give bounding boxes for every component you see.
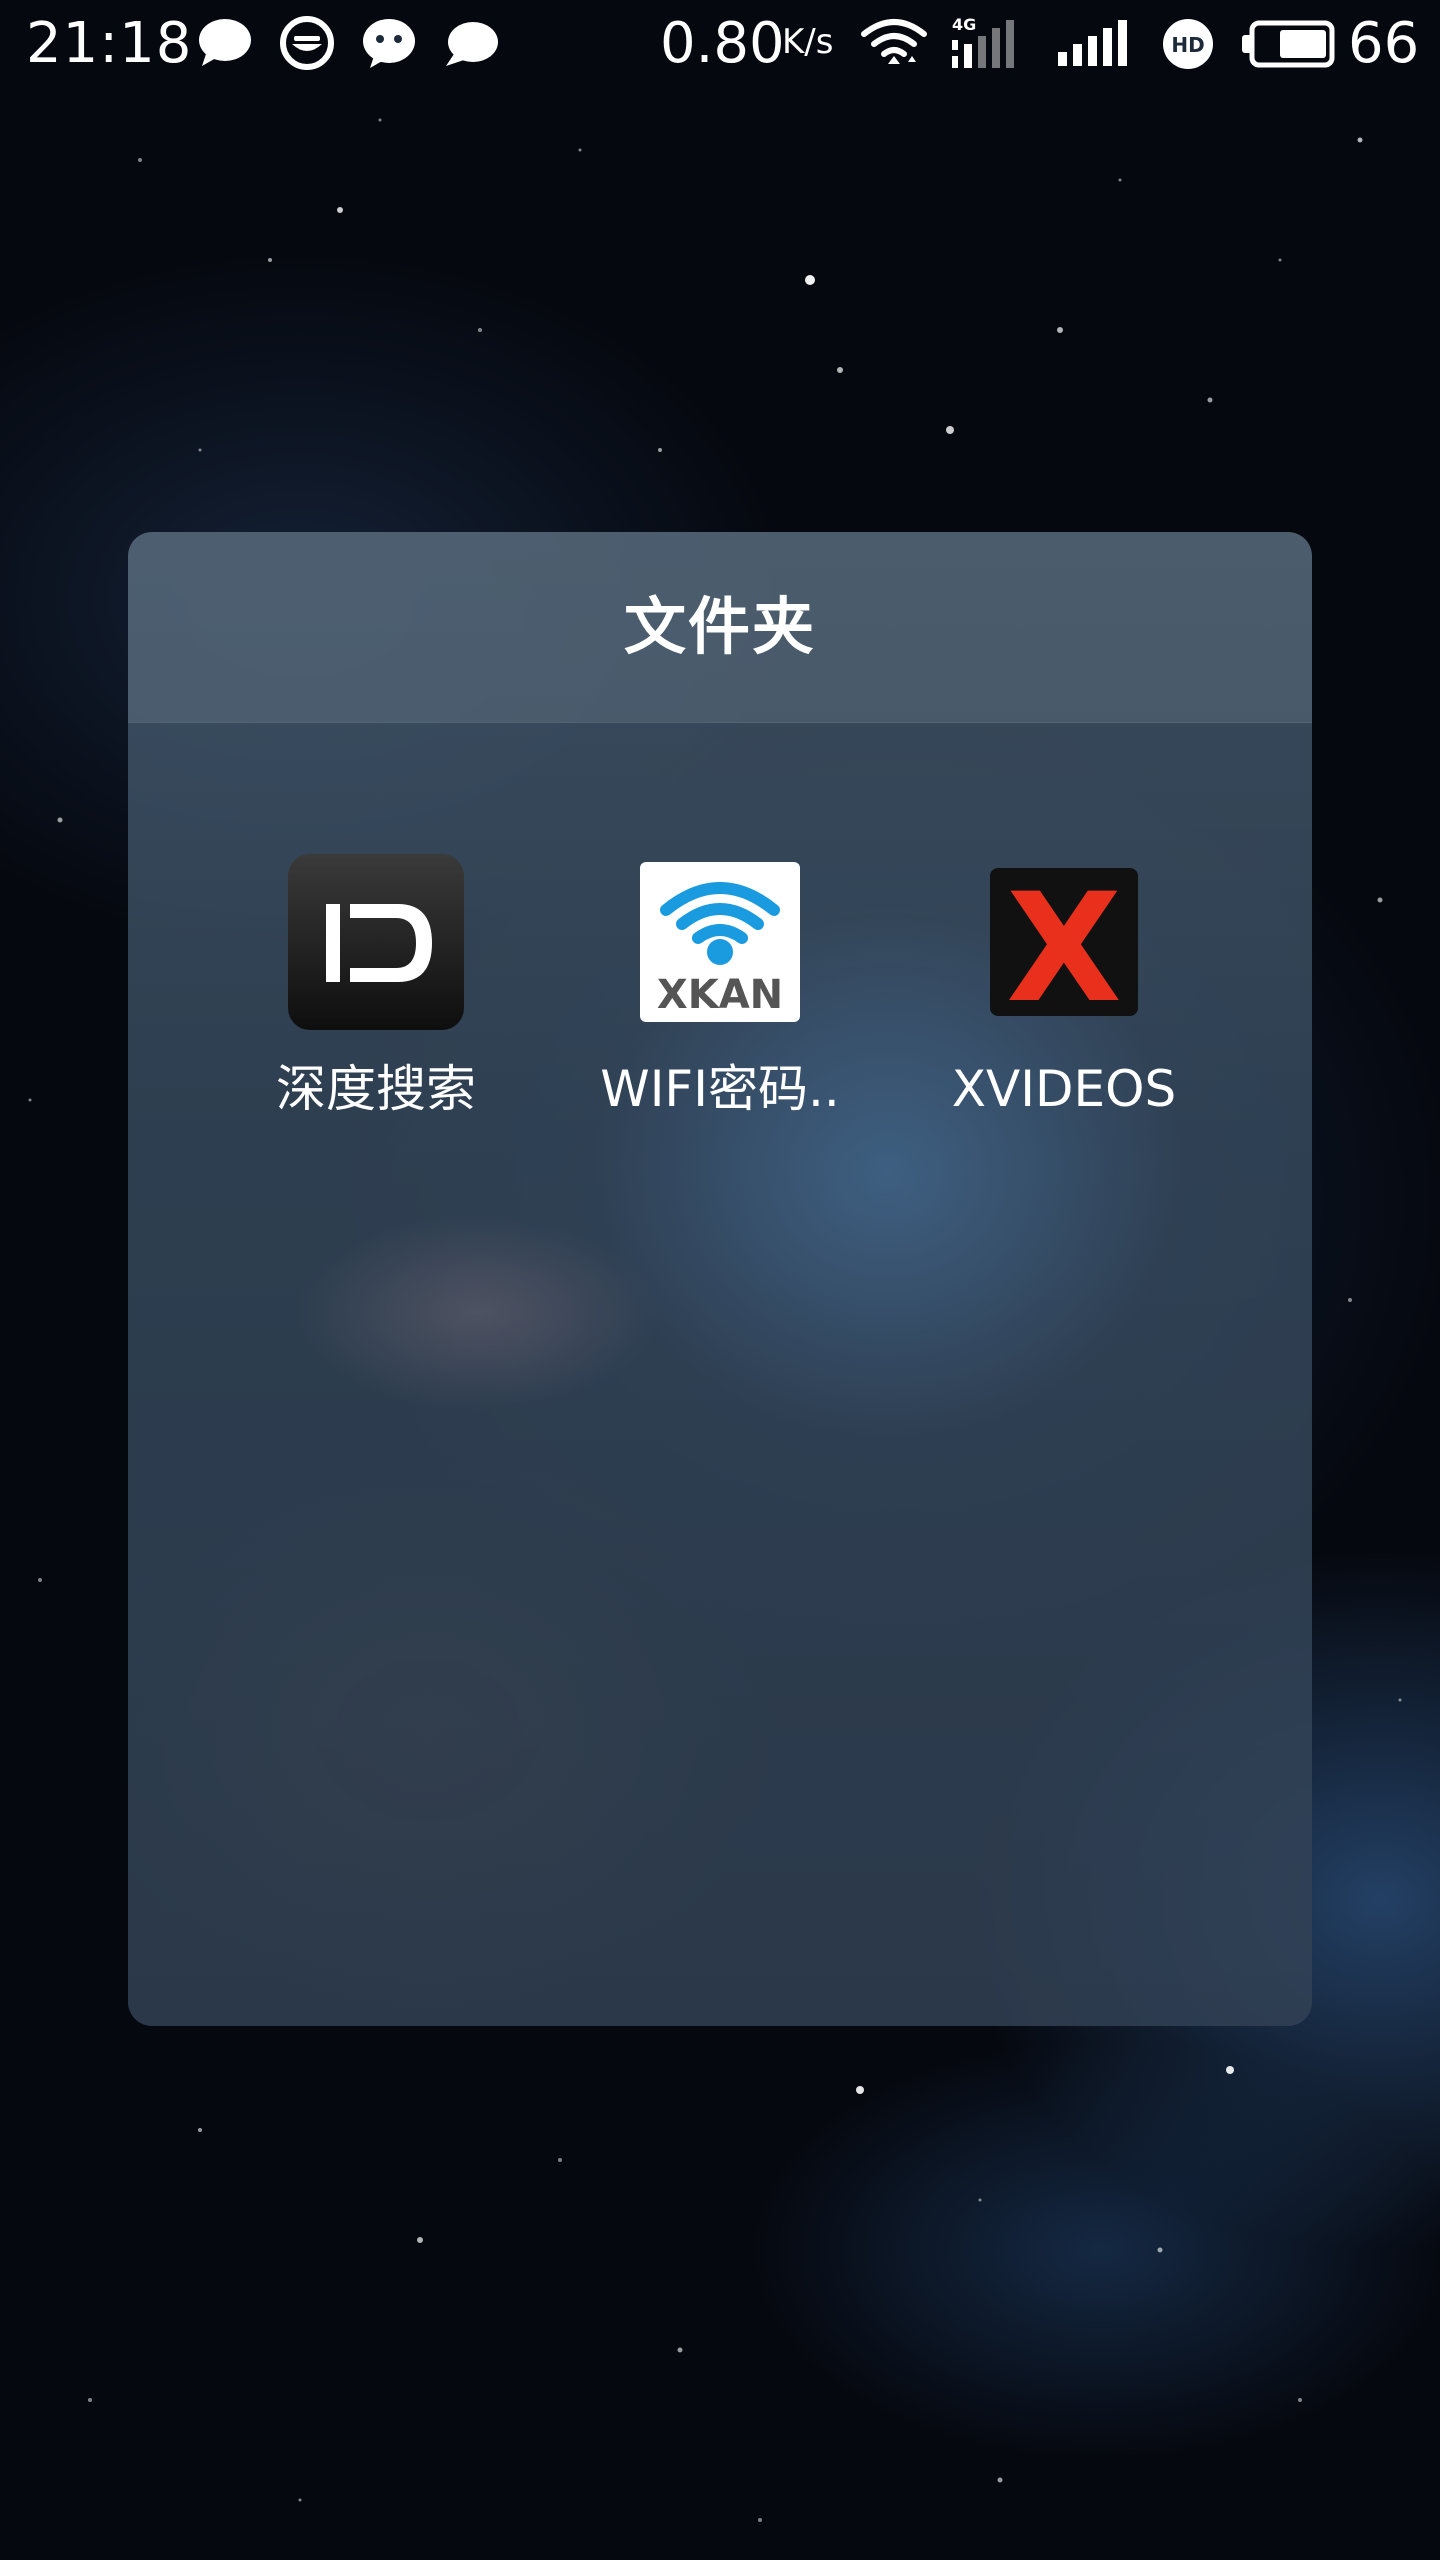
svg-text:HD: HD xyxy=(1171,33,1204,57)
app-wifi-password[interactable]: XKAN WIFI密码.. xyxy=(570,852,870,1152)
app-label: WIFI密码.. xyxy=(600,1060,840,1118)
network-speed-unit: K/s xyxy=(782,22,834,62)
message-icon xyxy=(446,22,498,66)
deep-search-app-icon[interactable] xyxy=(286,852,466,1032)
folder-header[interactable]: 文件夹 xyxy=(128,532,1312,723)
app-deep-search[interactable]: 深度搜索 xyxy=(226,852,526,1152)
hd-voice-icon: HD xyxy=(1163,19,1213,69)
signal-strength-icon xyxy=(1058,20,1127,66)
battery-percent: 66 xyxy=(1348,11,1420,76)
app-label: 深度搜索 xyxy=(276,1060,476,1118)
network-speed: 0.80 xyxy=(660,11,785,76)
status-bar: 21:18 0.80 K/s 4G HD 66 xyxy=(0,0,1440,88)
folder-title[interactable]: 文件夹 xyxy=(128,532,1312,722)
chat-bubble-icon xyxy=(199,19,251,66)
clock: 21:18 xyxy=(26,11,193,76)
qq-browser-icon xyxy=(280,16,334,70)
signal-4g-icon: 4G xyxy=(952,15,1014,68)
app-label: XVIDEOS xyxy=(951,1060,1177,1118)
wifi-icon xyxy=(861,19,927,64)
svg-text:XKAN: XKAN xyxy=(657,972,783,1018)
svg-text:X: X xyxy=(1006,862,1122,1032)
xvideos-app-icon[interactable]: X xyxy=(974,852,1154,1032)
wechat-icon xyxy=(363,19,415,68)
xkan-wifi-app-icon[interactable]: XKAN xyxy=(630,852,810,1032)
svg-text:4G: 4G xyxy=(952,15,976,34)
battery-icon xyxy=(1242,20,1335,68)
app-xvideos[interactable]: X XVIDEOS xyxy=(914,852,1214,1152)
app-folder: 文件夹 深度搜索 XKAN WIFI密码.. X XVIDEOS xyxy=(128,532,1312,2026)
